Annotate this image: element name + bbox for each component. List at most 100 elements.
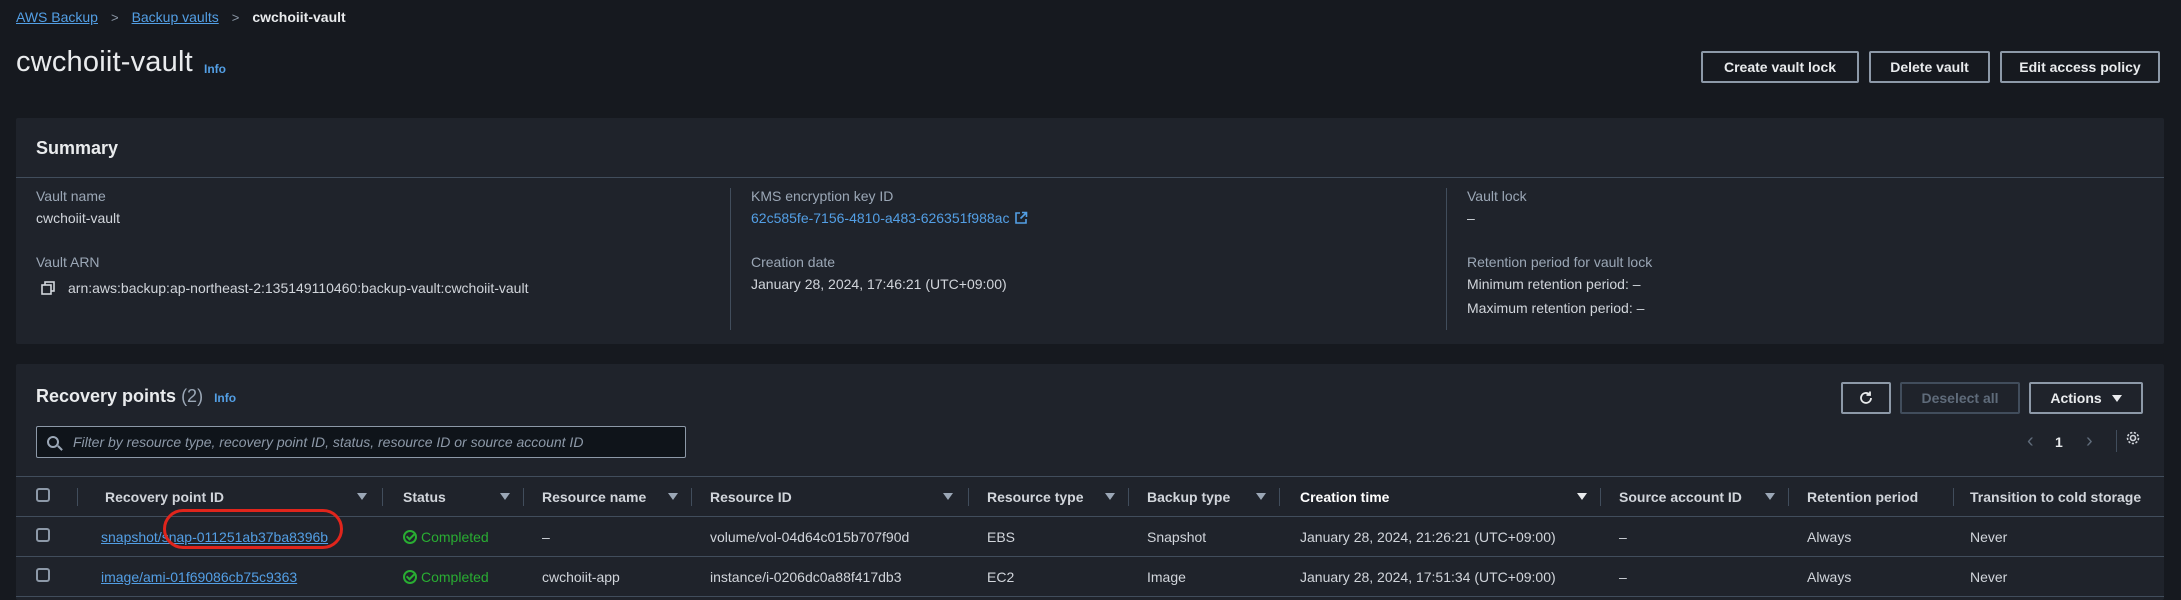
- col-resource-id[interactable]: Resource ID: [692, 476, 969, 517]
- edit-access-policy-button[interactable]: Edit access policy: [2000, 51, 2160, 83]
- vault-arn-row: arn:aws:backup:ap-northeast-2:1351491104…: [36, 280, 726, 296]
- min-retention-value: Minimum retention period: –: [1467, 276, 1641, 292]
- success-check-icon: [403, 529, 417, 544]
- row-checkbox[interactable]: [36, 568, 50, 582]
- col-label: Status: [403, 488, 446, 505]
- recovery-info-link[interactable]: Info: [214, 391, 236, 405]
- col-resource-type[interactable]: Resource type: [969, 476, 1129, 517]
- sort-icon: [1765, 493, 1775, 500]
- page-title: cwchoiit-vault: [16, 46, 193, 78]
- recovery-point-link[interactable]: snapshot/snap-011251ab37ba8396b: [101, 529, 328, 545]
- breadcrumb: AWS Backup > Backup vaults > cwchoiit-va…: [16, 7, 346, 27]
- sort-descending-icon: [1577, 493, 1587, 500]
- search-icon: [47, 436, 59, 448]
- col-creation-time[interactable]: Creation time: [1280, 476, 1601, 517]
- select-all-checkbox[interactable]: [36, 488, 50, 502]
- status-text: Completed: [421, 568, 489, 585]
- sort-icon: [943, 493, 953, 500]
- sort-icon: [357, 493, 367, 500]
- chevron-right-icon: >: [231, 9, 240, 25]
- select-all-cell: [16, 476, 78, 517]
- col-label: Backup type: [1147, 488, 1231, 505]
- status-text: Completed: [421, 528, 489, 545]
- resource-id-cell: volume/vol-04d64c015b707f90d: [692, 516, 969, 557]
- resource-id-cell: instance/i-0206dc0a88f417db3: [692, 556, 969, 597]
- resource-type-cell: EC2: [969, 556, 1129, 597]
- kms-key-link[interactable]: 62c585fe-7156-4810-a483-626351f988ac: [751, 210, 1009, 226]
- creation-date-value: January 28, 2024, 17:46:21 (UTC+09:00): [751, 276, 1007, 292]
- header-info-link[interactable]: Info: [204, 62, 226, 76]
- col-retention-period: Retention period: [1789, 476, 1954, 517]
- vault-arn-value: arn:aws:backup:ap-northeast-2:1351491104…: [68, 280, 529, 296]
- retention-cell: Always: [1789, 516, 1954, 557]
- search-input[interactable]: Filter by resource type, recovery point …: [36, 426, 686, 458]
- col-label: Transition to cold storage: [1970, 488, 2142, 505]
- summary-col-kms: KMS encryption key ID 62c585fe-7156-4810…: [730, 188, 1446, 330]
- breadcrumb-current: cwchoiit-vault: [252, 9, 346, 25]
- page-number[interactable]: 1: [2055, 434, 2063, 450]
- creation-time-cell: January 28, 2024, 21:26:21 (UTC+09:00): [1280, 516, 1601, 557]
- col-label: Resource ID: [710, 488, 792, 505]
- max-retention-value: Maximum retention period: –: [1467, 300, 1645, 316]
- backup-type-cell: Snapshot: [1129, 516, 1280, 557]
- summary-title: Summary: [36, 138, 119, 158]
- table-header-row: Recovery point ID Status Resource name R…: [16, 476, 2164, 517]
- chevron-right-icon: >: [110, 9, 119, 25]
- row-select-cell: [16, 516, 78, 557]
- actions-label: Actions: [2050, 390, 2102, 406]
- recovery-points-table: Recovery point ID Status Resource name R…: [16, 476, 2164, 597]
- vault-name-label: Vault name: [36, 188, 106, 204]
- creation-time-cell: January 28, 2024, 17:51:34 (UTC+09:00): [1280, 556, 1601, 597]
- delete-vault-button[interactable]: Delete vault: [1869, 51, 1990, 83]
- recovery-points-panel: Recovery points (2) Info Deselect all Ac…: [16, 364, 2164, 600]
- kms-key-row: 62c585fe-7156-4810-a483-626351f988ac: [751, 210, 1446, 226]
- backup-type-cell: Image: [1129, 556, 1280, 597]
- caret-down-icon: [2111, 394, 2122, 402]
- breadcrumb-aws-backup[interactable]: AWS Backup: [16, 9, 98, 25]
- status-cell: Completed: [383, 556, 524, 597]
- kms-key-label: KMS encryption key ID: [751, 188, 894, 204]
- deselect-all-button[interactable]: Deselect all: [1900, 382, 2020, 414]
- sort-icon: [500, 493, 510, 500]
- recovery-points-title: Recovery points (2) Info: [36, 386, 236, 407]
- copy-icon[interactable]: [40, 280, 60, 296]
- table-row: snapshot/snap-011251ab37ba8396b Complete…: [16, 516, 2164, 557]
- col-backup-type[interactable]: Backup type: [1129, 476, 1280, 517]
- resource-name-cell: –: [524, 516, 692, 557]
- col-recovery-point-id[interactable]: Recovery point ID: [78, 476, 383, 517]
- col-label: Source account ID: [1619, 488, 1742, 505]
- summary-col-vault: Vault name cwchoiit-vault Vault ARN arn:…: [36, 188, 726, 330]
- recovery-points-count: (2): [181, 386, 204, 406]
- external-link-icon[interactable]: [1014, 211, 1028, 225]
- resource-name-cell: cwchoiit-app: [524, 556, 692, 597]
- actions-dropdown[interactable]: Actions: [2029, 382, 2143, 414]
- col-label: Retention period: [1807, 488, 1919, 505]
- row-select-cell: [16, 556, 78, 597]
- retention-cell: Always: [1789, 556, 1954, 597]
- search-placeholder: Filter by resource type, recovery point …: [73, 434, 584, 450]
- creation-date-label: Creation date: [751, 254, 836, 270]
- col-status[interactable]: Status: [383, 476, 524, 517]
- col-label: Resource name: [542, 488, 647, 505]
- sort-icon: [1105, 493, 1115, 500]
- recovery-point-id-cell: snapshot/snap-011251ab37ba8396b: [78, 516, 383, 557]
- settings-gear-icon[interactable]: [2116, 430, 2140, 452]
- sort-icon: [668, 493, 678, 500]
- col-resource-name[interactable]: Resource name: [524, 476, 692, 517]
- recovery-point-link[interactable]: image/ami-01f69086cb75c9363: [101, 569, 297, 585]
- col-source-account-id[interactable]: Source account ID: [1601, 476, 1789, 517]
- summary-panel: Summary Vault name cwchoiit-vault Vault …: [16, 118, 2164, 344]
- breadcrumb-backup-vaults[interactable]: Backup vaults: [132, 9, 219, 25]
- prev-page-icon[interactable]: ‹: [2027, 430, 2034, 453]
- create-vault-lock-button[interactable]: Create vault lock: [1701, 51, 1859, 83]
- table-row: image/ami-01f69086cb75c9363 Completed cw…: [16, 556, 2164, 597]
- row-checkbox[interactable]: [36, 528, 50, 542]
- resource-type-cell: EBS: [969, 516, 1129, 557]
- next-page-icon[interactable]: ›: [2086, 430, 2093, 453]
- summary-col-lock: Vault lock – Retention period for vault …: [1446, 188, 2146, 330]
- vault-lock-label: Vault lock: [1467, 188, 1527, 204]
- vault-arn-label: Vault ARN: [36, 254, 100, 270]
- cold-storage-cell: Never: [1954, 516, 2164, 557]
- success-check-icon: [403, 569, 417, 584]
- refresh-button[interactable]: [1841, 382, 1891, 414]
